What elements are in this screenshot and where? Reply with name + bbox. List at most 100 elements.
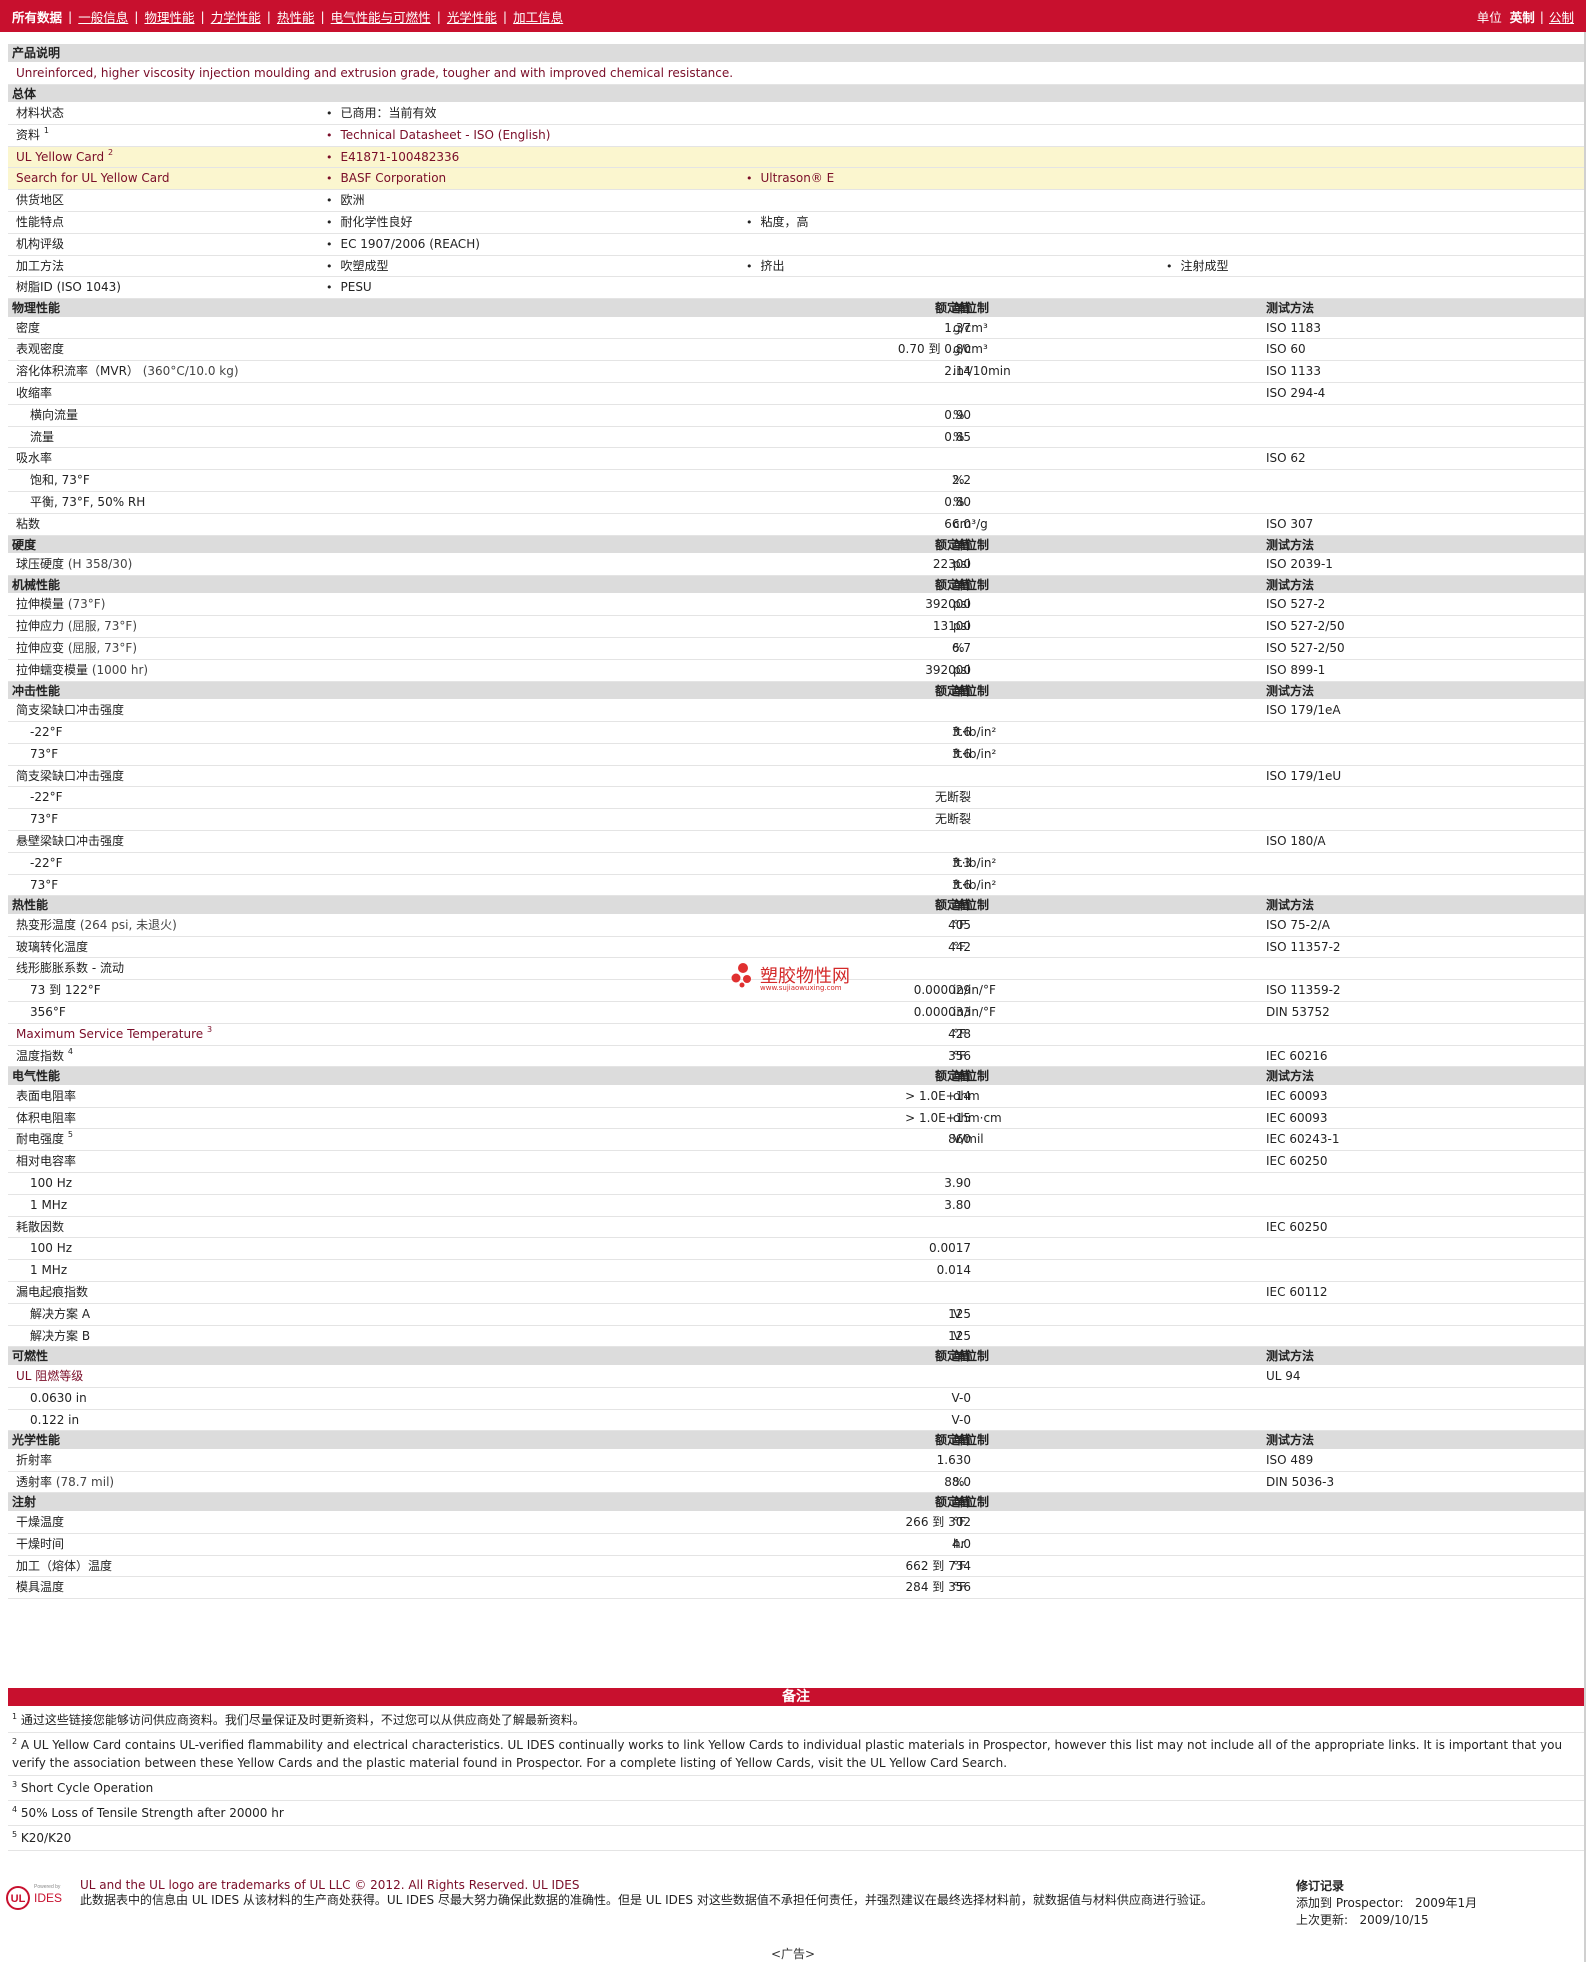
test-method: ISO 527-2/50 <box>1266 619 1345 634</box>
section-header: 物理性能 额定值 单位制 测试方法 <box>8 299 1584 318</box>
general-row: 树脂ID (ISO 1043) PESU <box>8 277 1584 300</box>
test-method: ISO 179/1eU <box>1266 768 1342 783</box>
property-label: 耗散因数 <box>16 1217 64 1239</box>
logo-ul-text: UL <box>11 1893 26 1905</box>
property-label: 密度 <box>16 318 40 340</box>
column-header-unit: 单位制 <box>953 1349 990 1364</box>
property-unit: °F <box>953 1514 966 1529</box>
column-header-method: 测试方法 <box>1266 898 1315 913</box>
tab-thermal[interactable]: 热性能 <box>277 7 315 26</box>
unit-switcher: 单位 英制 | 公制 <box>1477 7 1586 26</box>
footer-disclaimer: 此数据表中的信息由 UL IDES 从该材料的生产商处获得。UL IDES 尽最… <box>80 1893 1213 1907</box>
general-row-value: 吹塑成型 <box>326 256 389 278</box>
general-row: 性能特点 耐化学性良好 粘度，高 <box>8 211 1584 234</box>
footer-text: UL and the UL logo are trademarks of UL … <box>80 1878 1280 1908</box>
property-row: 玻璃转化温度 442 °F ISO 11357-2 <box>8 936 1584 959</box>
property-unit: % <box>953 495 965 510</box>
property-label: 流量 <box>30 427 54 449</box>
tab-optical[interactable]: 光学性能 <box>447 7 497 26</box>
note-item: 2 A UL Yellow Card contains UL-verified … <box>8 1733 1584 1776</box>
property-label: 73°F <box>30 875 58 897</box>
property-row: 悬壁梁缺口冲击强度 ISO 180/A <box>8 830 1584 853</box>
property-label-text: 球压硬度 <box>16 557 65 572</box>
general-row-label: Search for UL Yellow Card <box>16 168 169 190</box>
test-method: ISO 62 <box>1266 451 1306 466</box>
footnote-ref: 3 <box>206 1024 213 1034</box>
property-label: -22°F <box>30 787 63 809</box>
property-label-text: 拉伸蠕变模量 <box>16 662 89 677</box>
section-header: 可燃性 额定值 单位制 测试方法 <box>8 1347 1584 1366</box>
test-method: ISO 11359-2 <box>1266 983 1341 998</box>
revision-added-value: 2009年1月 <box>1414 1896 1478 1910</box>
property-unit: g/cm³ <box>953 320 988 335</box>
footnote-number: 4 <box>12 1805 18 1814</box>
property-label-text: 干燥时间 <box>16 1536 65 1551</box>
general-row-link[interactable]: Technical Datasheet - ISO (English) <box>326 125 551 147</box>
property-label-text: 100 Hz <box>30 1241 73 1256</box>
general-row-link[interactable]: E41871-100482336 <box>326 147 460 169</box>
property-row: UL 阻燃等级 UL 94 <box>8 1365 1584 1388</box>
property-value: 1.630 <box>936 1452 971 1467</box>
test-method: ISO 60 <box>1266 342 1306 357</box>
tab-physical[interactable]: 物理性能 <box>144 7 194 26</box>
tab-separator: | <box>266 8 271 24</box>
unit-imperial[interactable]: 英制 <box>1510 7 1535 26</box>
property-label-text: 1 MHz <box>30 1263 68 1278</box>
footer-trademark: UL and the UL logo are trademarks of UL … <box>80 1878 580 1892</box>
ul-ides-logo: UL Powered by IDES <box>6 1882 70 1912</box>
property-label-text: 热变形温度 <box>16 917 77 932</box>
test-method: ISO 2039-1 <box>1266 557 1333 572</box>
property-label-text: 73 到 122°F <box>30 983 101 998</box>
test-method: UL 94 <box>1266 1368 1301 1383</box>
general-row-label: 机构评级 <box>16 234 64 256</box>
property-row: 体积电阻率 > 1.0E+15 ohm·cm IEC 60093 <box>8 1107 1584 1130</box>
property-label-text: 耐电强度 <box>16 1132 65 1147</box>
tab-general[interactable]: 一般信息 <box>78 7 128 26</box>
tab-processing[interactable]: 加工信息 <box>513 7 563 26</box>
property-row: 解决方案 B 125 V <box>8 1325 1584 1348</box>
property-unit: psi <box>953 662 971 677</box>
property-label: 解决方案 B <box>30 1326 90 1348</box>
property-row: 73°F 3.6 ft·lb/in² <box>8 874 1584 897</box>
property-label-text: 收缩率 <box>16 386 53 401</box>
unit-metric[interactable]: 公制 <box>1549 7 1574 26</box>
property-row: Maximum Service Temperature 3 428 °F <box>8 1023 1584 1046</box>
property-label-text: -22°F <box>30 855 63 870</box>
tab-mechanical[interactable]: 力学性能 <box>211 7 261 26</box>
property-label: 拉伸应变 (屈服, 73°F) <box>16 638 137 660</box>
property-row: 相对电容率 IEC 60250 <box>8 1151 1584 1174</box>
property-row: 100 Hz 0.0017 <box>8 1238 1584 1261</box>
tab-electrical[interactable]: 电气性能与可燃性 <box>331 7 431 26</box>
property-label-text: 简支梁缺口冲击强度 <box>16 703 125 718</box>
general-row-label: UL Yellow Card 2 <box>16 147 113 169</box>
property-label: 干燥时间 <box>16 1534 64 1556</box>
tab-separator: | <box>320 8 325 24</box>
property-unit: °F <box>953 1026 966 1041</box>
general-row-label-text: 资料 <box>16 127 41 142</box>
property-row: 流量 0.85% <box>8 426 1584 449</box>
test-method: ISO 1133 <box>1266 364 1321 379</box>
property-unit: in/in/°F <box>953 1004 996 1019</box>
property-label: 吸水率 <box>16 448 52 470</box>
property-row: 模具温度 284 到 356 °F <box>8 1577 1584 1600</box>
revision-updated: 上次更新: 2009/10/15 <box>1296 1912 1477 1929</box>
property-unit: ft·lb/in² <box>953 855 997 870</box>
property-row: 拉伸应力 (屈服, 73°F) 13100 psi ISO 527-2/50 <box>8 616 1584 639</box>
tab-separator: | <box>436 8 441 24</box>
property-label: 简支梁缺口冲击强度 <box>16 700 124 722</box>
property-label: Maximum Service Temperature 3 <box>16 1024 212 1046</box>
property-label: 模具温度 <box>16 1577 64 1599</box>
test-method: ISO 307 <box>1266 516 1314 531</box>
test-method: IEC 60093 <box>1266 1110 1328 1125</box>
general-row-link[interactable]: BASF Corporation <box>326 168 447 190</box>
general-row-link[interactable]: Ultrason® E <box>746 168 835 190</box>
property-condition: (1000 hr) <box>91 662 149 677</box>
general-row-value: 已商用：当前有效 <box>326 103 437 125</box>
logo-small-text: Powered by <box>34 1884 61 1890</box>
property-unit: V <box>953 1328 962 1343</box>
property-label-text: 平衡, 73°F, 50% RH <box>30 495 146 510</box>
property-condition: (屈服, 73°F) <box>67 641 138 656</box>
property-label: 体积电阻率 <box>16 1108 76 1130</box>
property-row: 横向流量 0.90% <box>8 404 1584 427</box>
tab-all-data[interactable]: 所有数据 <box>12 7 62 26</box>
